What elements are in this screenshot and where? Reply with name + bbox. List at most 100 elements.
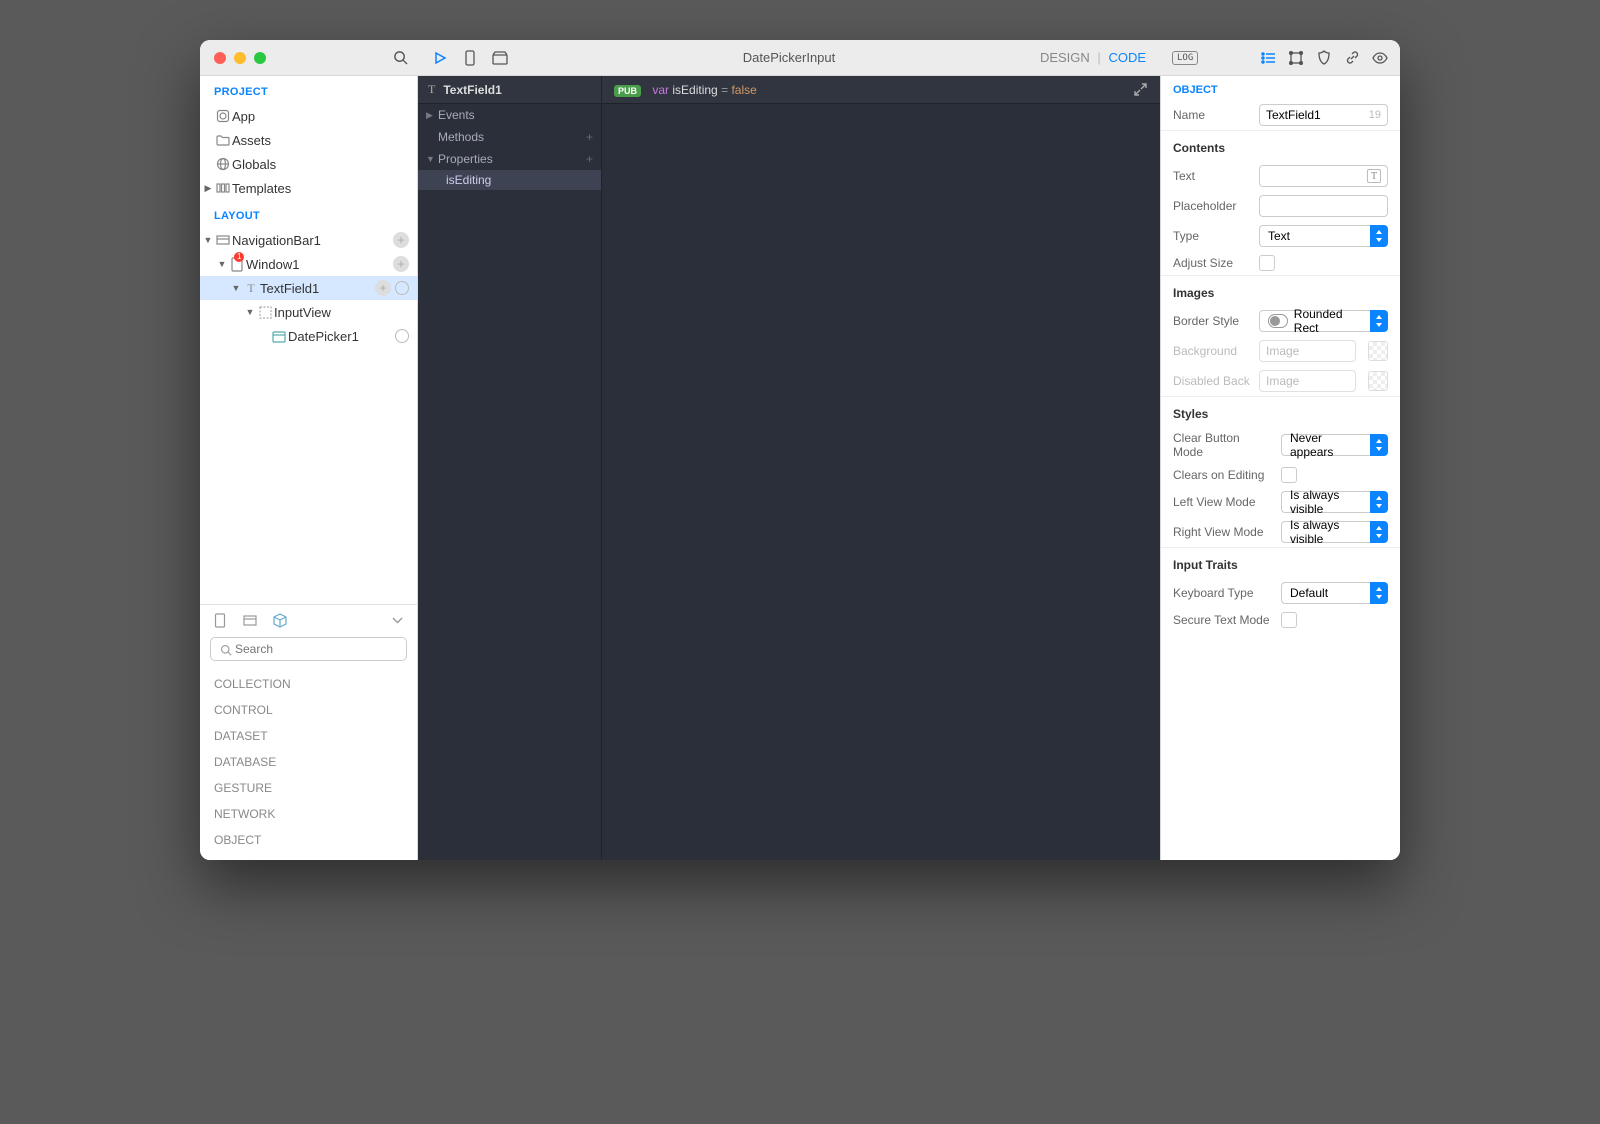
run-controls: [418, 50, 522, 66]
lib-category[interactable]: SENSOR: [214, 853, 403, 861]
project-item-app[interactable]: App: [200, 104, 417, 128]
project-item-globals[interactable]: Globals: [200, 152, 417, 176]
lib-category[interactable]: GESTURE: [214, 775, 403, 801]
chevron-down-icon[interactable]: [389, 613, 405, 629]
layout-item-textfield[interactable]: ▼ T TextField1 +: [200, 276, 417, 300]
lib-category[interactable]: CONTROL: [214, 697, 403, 723]
play-icon[interactable]: [432, 50, 448, 66]
eye-icon[interactable]: [1372, 50, 1388, 66]
field-label: Keyboard Type: [1173, 586, 1273, 600]
left-view-mode-select[interactable]: Is always visible: [1281, 491, 1388, 513]
titlebar-center: DatePickerInput DESIGN | CODE: [418, 50, 1160, 66]
clear-mode-select[interactable]: Never appears: [1281, 434, 1388, 456]
code-section-events[interactable]: ▶ Events: [418, 104, 601, 126]
image-picker-button: [1368, 341, 1388, 361]
tree-label: DatePicker1: [288, 329, 395, 344]
adjust-size-checkbox[interactable]: [1259, 255, 1275, 271]
add-method-button[interactable]: +: [586, 130, 593, 144]
disclosure-arrow-icon[interactable]: ▶: [202, 183, 214, 194]
tree-label: Templates: [232, 181, 409, 196]
add-button[interactable]: +: [375, 280, 391, 296]
close-window-button[interactable]: [214, 52, 226, 64]
device-icon[interactable]: [462, 50, 478, 66]
search-icon: [218, 642, 234, 658]
row-adjust-size: Adjust Size: [1161, 251, 1400, 275]
project-item-templates[interactable]: ▶ Templates: [200, 176, 417, 200]
background-image-input: Image: [1259, 340, 1356, 362]
zoom-window-button[interactable]: [254, 52, 266, 64]
add-button[interactable]: +: [393, 256, 409, 272]
object-library: COLLECTION CONTROL DATASET DATABASE GEST…: [200, 604, 417, 861]
project-item-assets[interactable]: Assets: [200, 128, 417, 152]
shield-icon[interactable]: [1316, 50, 1332, 66]
text-format-icon[interactable]: T: [1367, 169, 1381, 183]
code-property-item[interactable]: isEditing: [418, 170, 601, 190]
code-section-properties[interactable]: ▼ Properties +: [418, 148, 601, 170]
tree-label: Window1: [246, 257, 393, 272]
text-input[interactable]: T: [1259, 165, 1388, 187]
layout-item-inputview[interactable]: ▼ InputView: [200, 300, 417, 324]
keyboard-type-select[interactable]: Default: [1281, 582, 1388, 604]
list-icon[interactable]: [1260, 50, 1276, 66]
minimize-window-button[interactable]: [234, 52, 246, 64]
lib-category[interactable]: DATASET: [214, 723, 403, 749]
code-mode-label[interactable]: CODE: [1108, 50, 1146, 65]
select-stepper-icon[interactable]: [1370, 491, 1388, 513]
border-style-select[interactable]: Rounded Rect: [1259, 310, 1388, 332]
var-name: isEditing: [672, 83, 717, 97]
design-mode-label[interactable]: DESIGN: [1040, 50, 1090, 65]
lib-tab-device-icon[interactable]: [212, 613, 228, 629]
expand-icon[interactable]: [1132, 82, 1148, 98]
layout-tree: ▼ NavigationBar1 + ▼ 1 Window1 + ▼ T: [200, 228, 417, 348]
titlebar-left: [200, 50, 418, 66]
pub-badge: PUB: [614, 85, 641, 97]
field-label: Name: [1173, 108, 1251, 122]
type-select[interactable]: Text: [1259, 225, 1388, 247]
lib-tab-cube-icon[interactable]: [272, 613, 288, 629]
layout-item-navbar[interactable]: ▼ NavigationBar1 +: [200, 228, 417, 252]
disclosure-arrow-icon[interactable]: ▼: [426, 154, 438, 164]
library-search-input[interactable]: [210, 637, 407, 661]
bounds-icon[interactable]: [1288, 50, 1304, 66]
inspector: OBJECT Name TextField1 19 Contents Text …: [1160, 76, 1400, 860]
disclosure-arrow-icon[interactable]: ▼: [216, 259, 228, 269]
select-stepper-icon[interactable]: [1370, 582, 1388, 604]
lib-category[interactable]: NETWORK: [214, 801, 403, 827]
lib-category[interactable]: DATABASE: [214, 749, 403, 775]
code-area[interactable]: PUB var isEditing = false: [602, 76, 1160, 860]
select-stepper-icon[interactable]: [1370, 310, 1388, 332]
layout-item-window[interactable]: ▼ 1 Window1 +: [200, 252, 417, 276]
lib-category[interactable]: COLLECTION: [214, 671, 403, 697]
disclosure-arrow-icon[interactable]: ▼: [244, 307, 256, 317]
code-section-methods[interactable]: Methods +: [418, 126, 601, 148]
lib-tab-layout-icon[interactable]: [242, 613, 258, 629]
field-label: Clear Button Mode: [1173, 431, 1273, 459]
select-stepper-icon[interactable]: [1370, 521, 1388, 543]
log-button[interactable]: LOG: [1172, 51, 1198, 65]
layout-item-datepicker[interactable]: DatePicker1: [200, 324, 417, 348]
disclosure-arrow-icon[interactable]: ▼: [202, 235, 214, 245]
link-icon[interactable]: [1344, 50, 1360, 66]
field-label: Left View Mode: [1173, 495, 1273, 509]
lib-category[interactable]: OBJECT: [214, 827, 403, 853]
select-stepper-icon[interactable]: [1370, 225, 1388, 247]
view-mode-switch[interactable]: DESIGN | CODE: [1040, 50, 1160, 65]
archive-icon[interactable]: [492, 50, 508, 66]
inputview-icon: [256, 306, 274, 319]
placeholder-input[interactable]: [1259, 195, 1388, 217]
clears-on-editing-checkbox[interactable]: [1281, 467, 1297, 483]
add-property-button[interactable]: +: [586, 152, 593, 166]
disclosure-arrow-icon[interactable]: ▶: [426, 110, 438, 121]
row-keyboard-type: Keyboard Type Default: [1161, 578, 1400, 608]
search-icon[interactable]: [393, 50, 408, 66]
right-view-mode-select[interactable]: Is always visible: [1281, 521, 1388, 543]
add-button[interactable]: +: [393, 232, 409, 248]
section-styles: Styles: [1161, 396, 1400, 427]
disclosure-arrow-icon[interactable]: ▼: [230, 283, 242, 293]
secure-text-checkbox[interactable]: [1281, 612, 1297, 628]
field-label: Right View Mode: [1173, 525, 1273, 539]
row-type: Type Text: [1161, 221, 1400, 251]
titlebar-right: LOG: [1160, 50, 1400, 66]
select-stepper-icon[interactable]: [1370, 434, 1388, 456]
name-input[interactable]: TextField1 19: [1259, 104, 1388, 126]
